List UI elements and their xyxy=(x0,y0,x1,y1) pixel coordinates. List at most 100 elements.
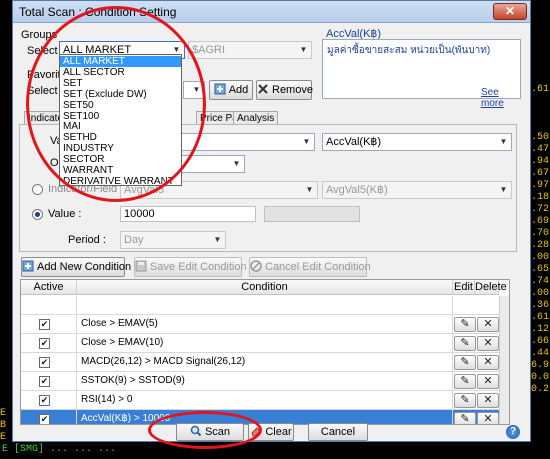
indicator-right-value: AvgVal5(K฿) xyxy=(326,184,388,196)
add-favorite-button[interactable]: Add xyxy=(209,80,253,100)
condition-cell: SSTOK(9) > SSTOD(9) xyxy=(77,372,453,391)
right-ticker-value: .00 xyxy=(531,252,550,263)
add-new-condition-button[interactable]: Add New Condition xyxy=(21,257,131,277)
right-ticker-value: 0.2 xyxy=(531,384,550,395)
edit-pencil-icon[interactable]: ✎ xyxy=(454,336,476,351)
remove-label: Remove xyxy=(272,84,313,96)
chevron-down-icon: ▼ xyxy=(302,137,311,146)
edit-pencil-icon[interactable]: ✎ xyxy=(454,374,476,389)
period-label: Period : xyxy=(68,234,106,246)
chevron-down-icon: ▼ xyxy=(499,137,508,146)
active-checkbox[interactable]: ✔ xyxy=(39,319,50,330)
help-icon[interactable]: ? xyxy=(506,425,520,439)
column-header-active[interactable]: Active xyxy=(21,280,77,295)
chevron-down-icon: ▼ xyxy=(232,159,241,168)
chevron-down-icon: ▼ xyxy=(499,185,508,194)
variable-combo-value: AccVal(K฿) xyxy=(326,136,382,148)
see-more-link[interactable]: See more xyxy=(481,87,520,109)
table-row[interactable] xyxy=(21,296,509,315)
delete-x-icon[interactable]: ✕ xyxy=(477,393,499,408)
right-ticker-value: .69 xyxy=(531,216,550,227)
active-checkbox[interactable]: ✔ xyxy=(39,376,50,387)
cancel-icon xyxy=(250,260,262,272)
value-extra-input xyxy=(264,206,360,222)
add-label: Add xyxy=(228,84,249,96)
clear-label: Clear xyxy=(265,426,292,438)
sector-combo[interactable]: $AGRI ▼ xyxy=(188,41,312,59)
close-button[interactable]: ✕ xyxy=(493,3,527,20)
active-checkbox[interactable]: ✔ xyxy=(39,338,50,349)
remove-favorite-button[interactable]: Remove xyxy=(256,80,313,100)
right-ticker-value: .28 xyxy=(531,240,550,251)
right-ticker-value: .18 xyxy=(531,192,550,203)
active-cell: ✔ xyxy=(21,353,77,372)
table-row[interactable]: ✔ MACD(26,12) > MACD Signal(26,12) ✎ ✕ xyxy=(21,353,509,372)
right-ticker-value: .66 xyxy=(531,336,550,347)
description-box: มูลค่าซื้อขายสะสม หน่วยเป็น(พันบาท) See … xyxy=(322,39,521,109)
value-radio[interactable] xyxy=(32,209,43,220)
delete-x-icon[interactable]: ✕ xyxy=(477,374,499,389)
condition-cell: Close > EMAV(10) xyxy=(77,334,453,353)
sector-combo-value: $AGRI xyxy=(192,44,226,56)
column-header-edit[interactable]: Edit xyxy=(453,280,475,295)
right-ticker-value: .44 xyxy=(531,348,550,359)
save-icon xyxy=(135,260,147,272)
table-row[interactable]: ✔ Close > EMAV(5) ✎ ✕ xyxy=(21,315,509,334)
highlight-ring-dropdown xyxy=(26,6,206,202)
bottom-ticker-strip: E [SMG] ... ... ... xyxy=(0,440,550,459)
add-icon xyxy=(22,260,34,272)
right-ticker-value: .36 xyxy=(531,300,550,311)
active-checkbox[interactable]: ✔ xyxy=(39,414,50,424)
right-ticker-value: .74 xyxy=(531,276,550,287)
chevron-down-icon: ▼ xyxy=(213,235,222,244)
period-combo[interactable]: Day ▼ xyxy=(120,231,226,249)
period-value: Day xyxy=(124,234,144,246)
cancel-edit-condition-button[interactable]: Cancel Edit Condition xyxy=(249,257,371,277)
indicator-field-radio[interactable] xyxy=(32,184,43,195)
active-checkbox[interactable]: ✔ xyxy=(39,357,50,368)
condition-cell: RSI(14) > 0 xyxy=(77,391,453,410)
remove-icon xyxy=(258,84,268,94)
table-row[interactable]: ✔ Close > EMAV(10) ✎ ✕ xyxy=(21,334,509,353)
right-ticker-value: .12 xyxy=(531,324,550,335)
add-new-condition-label: Add New Condition xyxy=(37,261,132,273)
delete-x-icon[interactable]: ✕ xyxy=(477,355,499,370)
right-ticker-value: .72 xyxy=(531,204,550,215)
column-header-condition[interactable]: Condition xyxy=(77,280,453,295)
cancel-edit-condition-label: Cancel Edit Condition xyxy=(265,261,371,273)
right-ticker-value: .70 xyxy=(531,228,550,239)
table-row[interactable]: ✔ RSI(14) > 0 ✎ ✕ xyxy=(21,391,509,410)
save-edit-condition-button[interactable]: Save Edit Condition xyxy=(134,257,247,277)
active-cell: ✔ xyxy=(21,410,77,424)
active-cell: ✔ xyxy=(21,334,77,353)
save-edit-condition-label: Save Edit Condition xyxy=(150,261,247,273)
highlight-ring-scan xyxy=(148,411,262,449)
active-checkbox[interactable]: ✔ xyxy=(39,395,50,406)
active-cell: ✔ xyxy=(21,391,77,410)
right-ticker-value: .00 xyxy=(531,288,550,299)
tab-analysis[interactable]: Analysis xyxy=(233,111,279,125)
table-row[interactable]: ✔ SSTOK(9) > SSTOD(9) ✎ ✕ xyxy=(21,372,509,391)
delete-x-icon[interactable]: ✕ xyxy=(477,336,499,351)
delete-x-icon[interactable]: ✕ xyxy=(477,317,499,332)
edit-pencil-icon[interactable]: ✎ xyxy=(454,393,476,408)
right-ticker-value: 0.0 xyxy=(531,372,550,383)
column-header-delete[interactable]: Delete xyxy=(475,280,507,295)
edit-pencil-icon[interactable]: ✎ xyxy=(454,355,476,370)
right-ticker-value: .67 xyxy=(531,168,550,179)
condition-cell: MACD(26,12) > MACD Signal(26,12) xyxy=(77,353,453,372)
chevron-down-icon: ▼ xyxy=(299,45,308,54)
variable-combo[interactable]: AccVal(K฿) ▼ xyxy=(322,133,512,151)
edit-pencil-icon[interactable]: ✎ xyxy=(454,412,476,424)
edit-pencil-icon[interactable]: ✎ xyxy=(454,317,476,332)
right-ticker-value: .61 xyxy=(531,312,550,323)
right-ticker-value: .65 xyxy=(531,264,550,275)
indicator-right-combo[interactable]: AvgVal5(K฿) ▼ xyxy=(322,181,512,199)
right-ticker-value: .61 xyxy=(531,84,550,95)
cancel-button[interactable]: Cancel xyxy=(308,423,368,441)
grid-scrollbar[interactable] xyxy=(499,296,509,424)
add-icon xyxy=(214,83,226,95)
right-ticker-value: .50 xyxy=(531,132,550,143)
value-input[interactable]: 10000 xyxy=(120,206,256,222)
delete-x-icon[interactable]: ✕ xyxy=(477,412,499,424)
